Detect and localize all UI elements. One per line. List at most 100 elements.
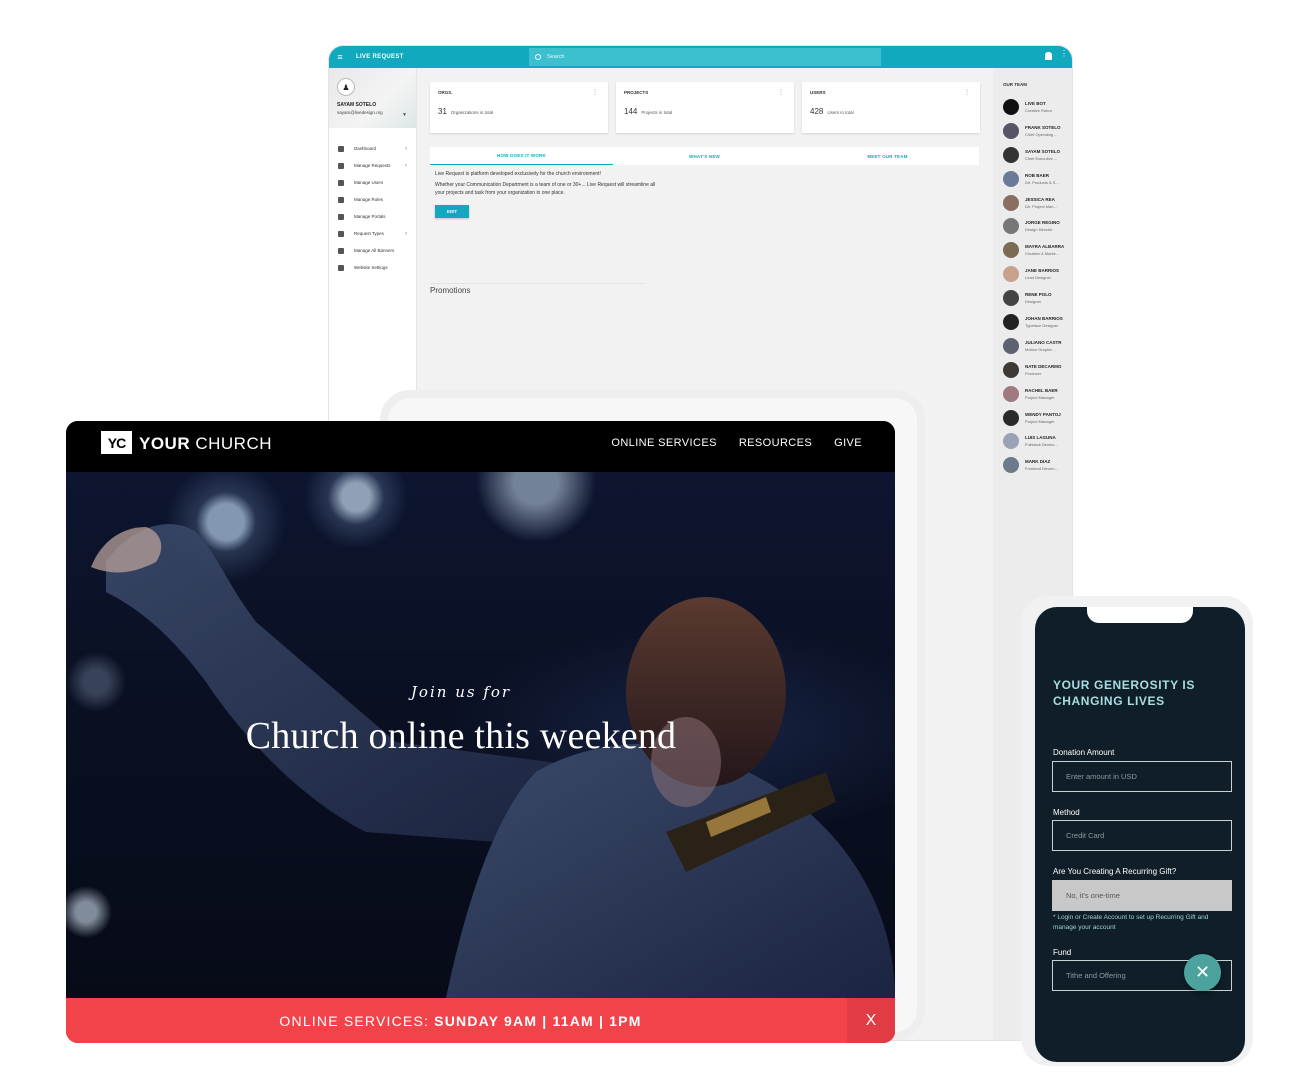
edit-button[interactable]: EDIT <box>435 205 469 218</box>
card-number: 144 <box>624 107 638 116</box>
more-vert-icon[interactable]: ⋮ <box>1060 50 1068 58</box>
team-member[interactable]: NATE DECARMO Producer <box>1003 358 1072 382</box>
tab-paragraph-2: Whether your Communication Department is… <box>435 182 656 196</box>
team-member[interactable]: LUIS LAGUNA Fullstack Develo... <box>1003 429 1072 453</box>
recurring-select[interactable]: No, it's one-time <box>1052 880 1232 911</box>
sidebar-item-label: Manage Portals <box>354 214 386 219</box>
avatar <box>1003 146 1019 163</box>
stat-cards: ORGS. ⋮ 31 Organizations in total PROJECTS ⋮ 1… <box>430 82 980 133</box>
church-name-rest: CHURCH <box>190 434 273 453</box>
member-role: Creative & Marke... <box>1025 251 1060 257</box>
chevron-down-icon[interactable]: ▼ <box>402 112 407 118</box>
church-logo[interactable]: YC <box>101 431 132 454</box>
banner-text: ONLINE SERVICES: SUNDAY 9AM | 11AM | 1PM <box>279 1013 641 1029</box>
user-icon <box>338 179 344 186</box>
member-role: Dir. Products & S... <box>1025 179 1059 185</box>
team-member[interactable]: JANE BARRIOS Lead Designer <box>1003 262 1072 286</box>
banner-close-button[interactable]: X <box>847 998 895 1043</box>
close-icon[interactable]: ✕ <box>1184 954 1221 991</box>
member-name: JORGE REGINO <box>1025 220 1060 226</box>
team-list: LIVE BOT Creative Robot FRANK SOTELO Chief … <box>1003 95 1072 477</box>
tab-how-does-it-work[interactable]: HOW DOES IT WORK <box>430 147 613 165</box>
member-info: RENE POLO Designer <box>1025 292 1072 304</box>
member-info: MARK DIAZ Frontend Develo... <box>1025 459 1072 471</box>
team-member[interactable]: MAYRA ALBARRA Creative & Marke... <box>1003 238 1072 262</box>
more-vert-icon[interactable]: ⋮ <box>592 89 598 96</box>
member-info: FRANK SOTELO Chief Operating ... <box>1025 125 1072 137</box>
avatar <box>1003 98 1019 115</box>
member-info: ROB BAER Dir. Products & S... <box>1025 173 1072 185</box>
member-role: Project Manager <box>1025 418 1055 424</box>
team-member[interactable]: LIVE BOT Creative Robot <box>1003 95 1072 119</box>
team-member[interactable]: RENE POLO Designer <box>1003 286 1072 310</box>
tab-meet-our-team[interactable]: MEET OUR TEAM <box>796 147 979 165</box>
tab-content: Live Request is platform developed exclu… <box>435 170 665 218</box>
nav-link-online-services[interactable]: ONLINE SERVICES <box>611 437 716 449</box>
team-member[interactable]: RACHEL BAER Project Manager <box>1003 382 1072 406</box>
sidebar-item-manage-roles[interactable]: Manage Roles <box>329 191 416 208</box>
member-info: RACHEL BAER Project Manager <box>1025 388 1072 400</box>
lock-icon <box>338 196 344 203</box>
sidebar-item-manage-users[interactable]: Manage Users <box>329 174 416 191</box>
divider <box>430 283 645 284</box>
avatar <box>1003 409 1019 426</box>
team-member[interactable]: SAYAM SOTELO Chief Executive ... <box>1003 143 1072 167</box>
sidebar-item-website-settings[interactable]: Website Settings <box>329 259 416 276</box>
fund-label: Fund <box>1053 948 1072 957</box>
account-note[interactable]: * Login or Create Account to set up Recu… <box>1053 913 1233 933</box>
member-role: Fullstack Develo... <box>1025 442 1058 448</box>
nav-link-resources[interactable]: RESOURCES <box>739 437 812 449</box>
nav-link-give[interactable]: GIVE <box>834 437 862 449</box>
bell-icon[interactable] <box>1045 52 1052 60</box>
sidebar-item-label: Manage All Banners <box>354 248 395 253</box>
avatar <box>1003 313 1019 330</box>
promotions-heading: Promotions <box>430 286 471 295</box>
more-vert-icon[interactable]: ⋮ <box>964 89 970 96</box>
team-member[interactable]: ROB BAER Dir. Products & S... <box>1003 167 1072 191</box>
sidebar-item-label: Dashboard <box>354 146 377 151</box>
member-role: Lead Designer <box>1025 275 1052 281</box>
sidebar-item-request-types[interactable]: Request Types › <box>329 225 416 242</box>
member-name: ROB BAER <box>1025 172 1050 178</box>
church-name[interactable]: YOUR CHURCH <box>139 434 272 454</box>
team-member[interactable]: FRANK SOTELO Chief Operating ... <box>1003 119 1072 143</box>
sidebar-item-label: Request Types <box>354 231 384 236</box>
team-member[interactable]: JULIANO CASTR Motion Graphic ... <box>1003 334 1072 358</box>
team-member[interactable]: JOHAN BARRIOS Typeface Designer <box>1003 310 1072 334</box>
sidebar-item-manage-requests[interactable]: Manage Requests › <box>329 157 416 174</box>
sidebar-item-label: Manage Requests <box>354 163 391 168</box>
card-title: ORGS. <box>438 90 453 95</box>
tab-paragraph-1: Live Request is platform developed exclu… <box>435 171 601 177</box>
dashboard-search-input[interactable]: Search <box>529 48 881 66</box>
sidebar-item-manage-all-banners[interactable]: Manage All Banners <box>329 242 416 259</box>
apps-icon <box>338 230 344 237</box>
amount-input[interactable]: Enter amount in USD <box>1052 761 1232 792</box>
member-info: SAYAM SOTELO Chief Executive ... <box>1025 149 1072 161</box>
member-name: RACHEL BAER <box>1025 387 1058 393</box>
hamburger-menu-icon[interactable]: ≡ <box>329 46 351 68</box>
avatar <box>1003 218 1019 235</box>
card-caption: Organizations in total <box>450 110 494 115</box>
team-member[interactable]: JESSICA REA Dir. Project Man... <box>1003 191 1072 215</box>
stat-card-orgs: ORGS. ⋮ 31 Organizations in total <box>430 82 608 133</box>
sidebar-item-dashboard[interactable]: Dashboard › <box>329 140 416 157</box>
sidebar-item-label: Manage Roles <box>354 197 384 202</box>
team-member[interactable]: MARK DIAZ Frontend Develo... <box>1003 453 1072 477</box>
sidebar-item-manage-portals[interactable]: Manage Portals <box>329 208 416 225</box>
team-member[interactable]: JORGE REGINO Design Director <box>1003 214 1072 238</box>
card-value: 31 Organizations in total <box>438 107 600 116</box>
member-name: SAYAM SOTELO <box>1025 148 1061 154</box>
avatar <box>1003 194 1019 211</box>
method-select[interactable]: Credit Card <box>1052 820 1232 851</box>
avatar <box>1003 337 1019 354</box>
avatar <box>1003 170 1019 187</box>
profile-panel[interactable]: ♟ SAYAM SOTELO sayam@livedesign.org ▼ <box>329 68 416 128</box>
gear-icon <box>338 264 344 271</box>
avatar: ♟ <box>337 78 355 96</box>
member-info: LIVE BOT Creative Robot <box>1025 101 1072 113</box>
member-info: WENDY PANTOJ Project Manager <box>1025 412 1072 424</box>
more-vert-icon[interactable]: ⋮ <box>778 89 784 96</box>
tab-what-s-new[interactable]: WHAT'S NEW <box>613 147 796 165</box>
donation-title: YOUR GENEROSITY IS CHANGING LIVES <box>1053 678 1195 708</box>
team-member[interactable]: WENDY PANTOJ Project Manager <box>1003 406 1072 430</box>
